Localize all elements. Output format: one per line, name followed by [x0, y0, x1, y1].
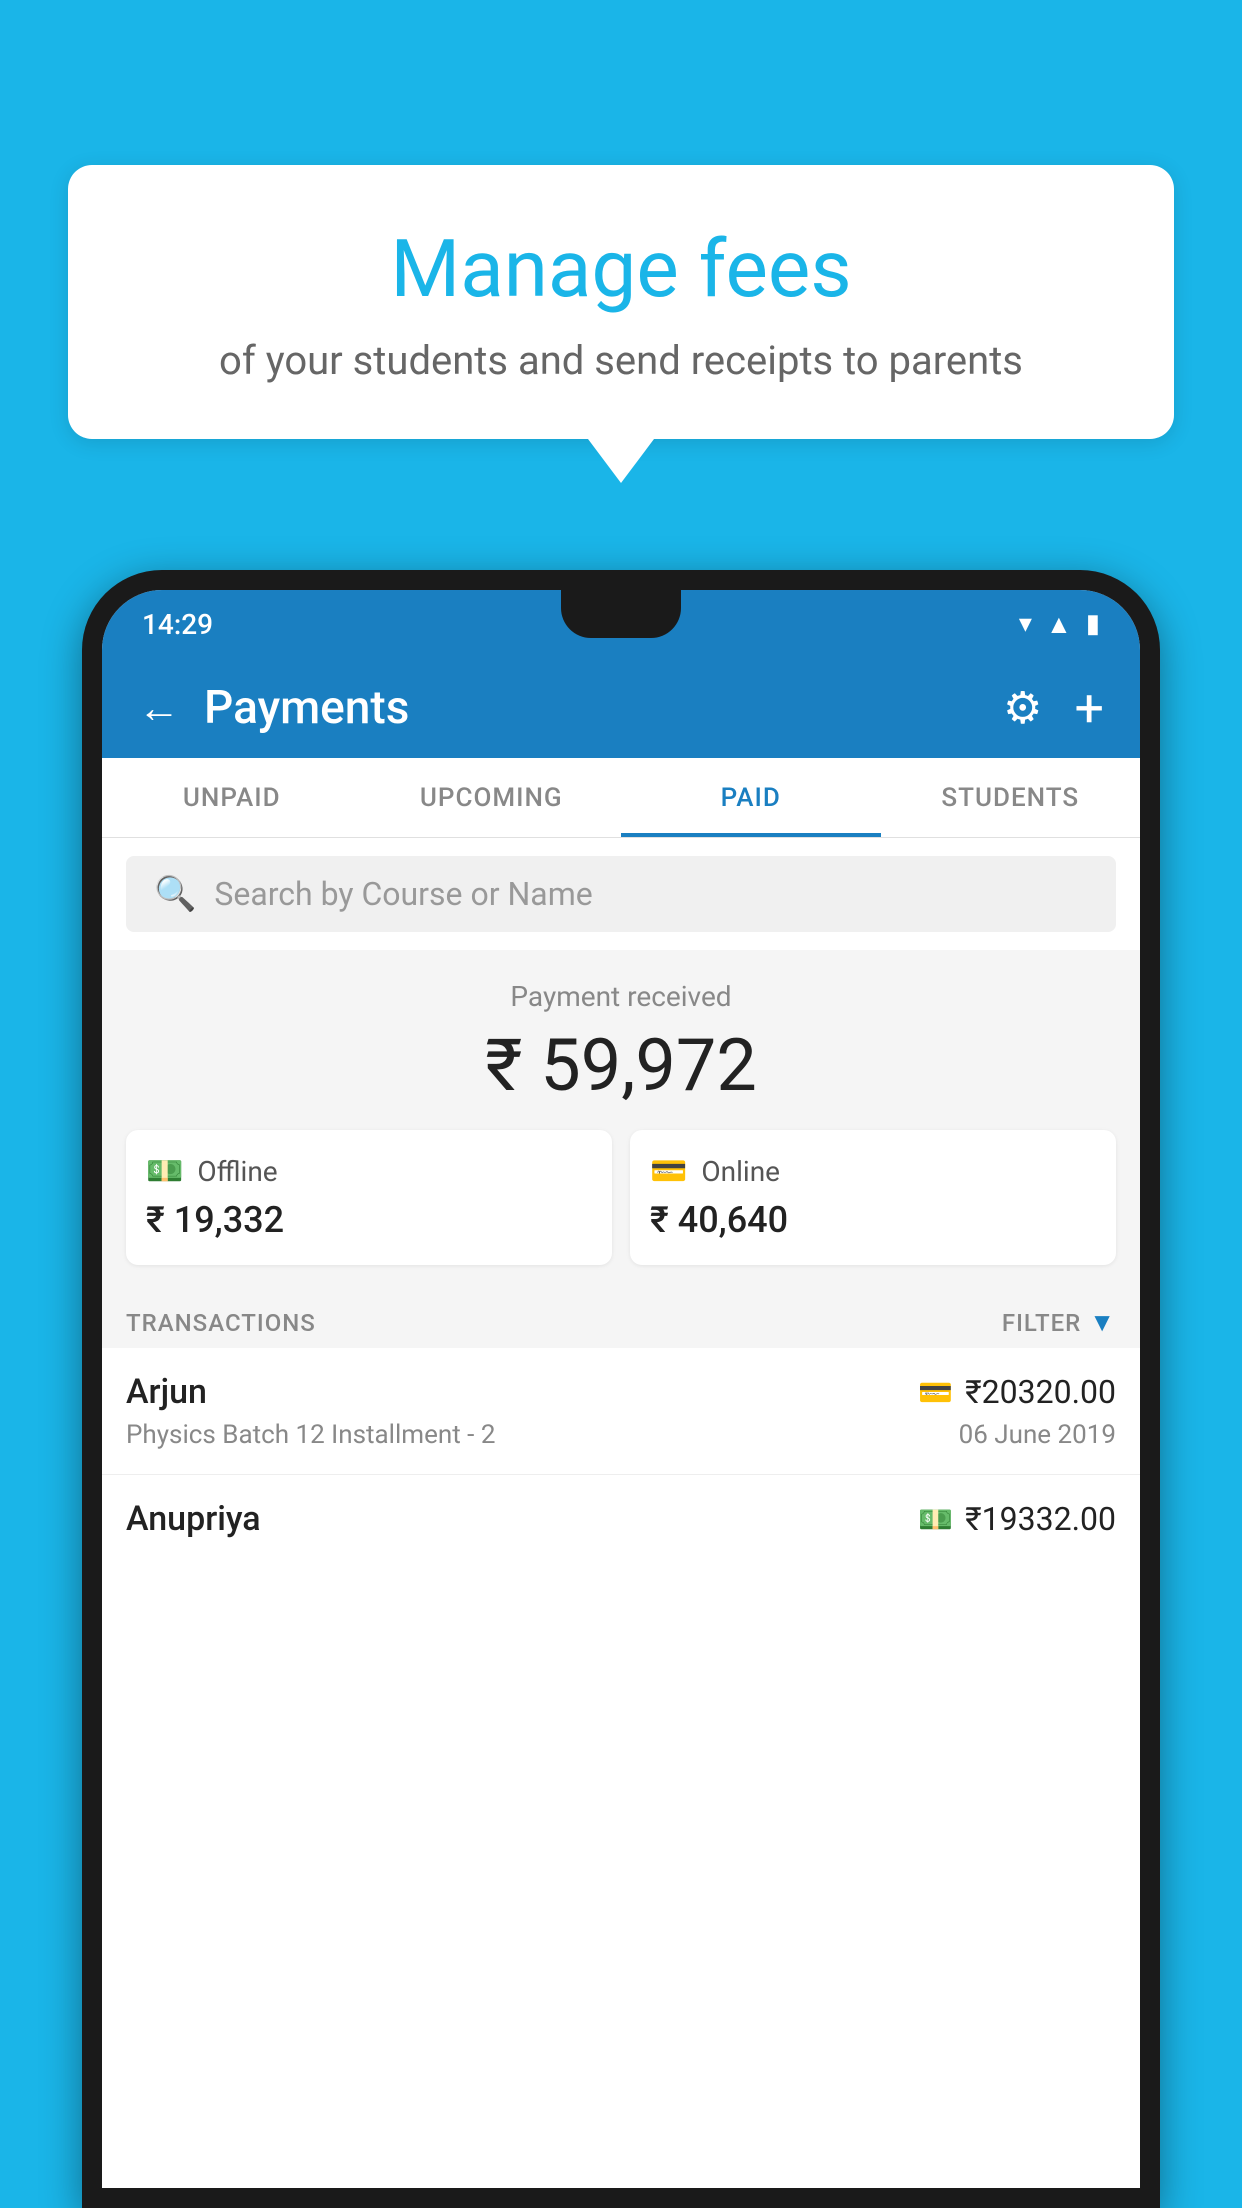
header-title: Payments [204, 681, 1003, 735]
payment-received-label: Payment received [126, 980, 1116, 1013]
filter-label: FILTER [1002, 1309, 1081, 1337]
table-row[interactable]: Arjun 💳 ₹20320.00 Physics Batch 12 Insta… [102, 1348, 1140, 1475]
phone-frame: 14:29 ▾ ▲ ▮ ← Payments ⚙ + UNPAID UPCOMI… [82, 570, 1160, 2208]
speech-bubble: Manage fees of your students and send re… [68, 165, 1174, 439]
back-button[interactable]: ← [138, 684, 180, 733]
payment-cards: 💵 Offline ₹ 19,332 💳 Online ₹ 40,640 [126, 1130, 1116, 1265]
search-box[interactable]: 🔍 Search by Course or Name [126, 856, 1116, 932]
signal-icon: ▲ [1046, 609, 1072, 640]
online-icon: 💳 [650, 1154, 687, 1189]
payment-summary: Payment received ₹ 59,972 💵 Offline ₹ 19… [102, 950, 1140, 1285]
transaction-amount-wrap-2: 💵 ₹19332.00 [918, 1500, 1116, 1538]
online-amount: ₹ 40,640 [650, 1199, 1096, 1241]
search-container: 🔍 Search by Course or Name [102, 838, 1140, 950]
online-label: Online [701, 1155, 780, 1188]
transaction-amount-2: ₹19332.00 [965, 1500, 1116, 1538]
transactions-header: TRANSACTIONS FILTER ▼ [102, 1285, 1140, 1348]
speech-bubble-title: Manage fees [118, 225, 1124, 313]
tab-upcoming[interactable]: UPCOMING [362, 758, 622, 837]
transactions-list: Arjun 💳 ₹20320.00 Physics Batch 12 Insta… [102, 1348, 1140, 2188]
tab-unpaid[interactable]: UNPAID [102, 758, 362, 837]
wifi-icon: ▾ [1019, 609, 1032, 639]
status-icons: ▾ ▲ ▮ [1019, 609, 1100, 640]
tab-paid[interactable]: PAID [621, 758, 881, 837]
speech-bubble-subtitle: of your students and send receipts to pa… [118, 337, 1124, 384]
transaction-course-1: Physics Batch 12 Installment - 2 [126, 1420, 495, 1450]
transaction-cash-icon-2: 💵 [918, 1503, 953, 1536]
phone-screen: 14:29 ▾ ▲ ▮ ← Payments ⚙ + UNPAID UPCOMI… [102, 590, 1140, 2188]
app-header: ← Payments ⚙ + [102, 658, 1140, 758]
offline-payment-card: 💵 Offline ₹ 19,332 [126, 1130, 612, 1265]
transaction-name-1: Arjun [126, 1372, 207, 1412]
search-icon: 🔍 [154, 874, 196, 914]
table-row[interactable]: Anupriya 💵 ₹19332.00 [102, 1475, 1140, 1539]
offline-card-header: 💵 Offline [146, 1154, 592, 1189]
battery-icon: ▮ [1086, 609, 1100, 639]
notch [561, 590, 681, 638]
transaction-top-2: Anupriya 💵 ₹19332.00 [126, 1499, 1116, 1539]
settings-icon[interactable]: ⚙ [1003, 682, 1042, 734]
filter-icon: ▼ [1089, 1307, 1116, 1338]
offline-amount: ₹ 19,332 [146, 1199, 592, 1241]
online-card-header: 💳 Online [650, 1154, 1096, 1189]
search-input[interactable]: Search by Course or Name [214, 875, 592, 913]
transaction-name-2: Anupriya [126, 1499, 261, 1539]
offline-icon: 💵 [146, 1154, 183, 1189]
tab-students[interactable]: STUDENTS [881, 758, 1141, 837]
transactions-label: TRANSACTIONS [126, 1309, 316, 1337]
header-actions: ⚙ + [1003, 678, 1104, 739]
payment-total-amount: ₹ 59,972 [126, 1023, 1116, 1108]
transaction-amount-wrap-1: 💳 ₹20320.00 [918, 1373, 1116, 1411]
tabs: UNPAID UPCOMING PAID STUDENTS [102, 758, 1140, 838]
transaction-date-1: 06 June 2019 [959, 1420, 1116, 1450]
status-time: 14:29 [142, 608, 213, 641]
transaction-card-icon-1: 💳 [918, 1376, 953, 1409]
add-icon[interactable]: + [1074, 678, 1104, 739]
status-bar: 14:29 ▾ ▲ ▮ [102, 590, 1140, 658]
online-payment-card: 💳 Online ₹ 40,640 [630, 1130, 1116, 1265]
filter-button[interactable]: FILTER ▼ [1002, 1307, 1116, 1338]
transaction-bottom-1: Physics Batch 12 Installment - 2 06 June… [126, 1420, 1116, 1450]
transaction-top-1: Arjun 💳 ₹20320.00 [126, 1372, 1116, 1412]
offline-label: Offline [197, 1155, 277, 1188]
transaction-amount-1: ₹20320.00 [965, 1373, 1116, 1411]
